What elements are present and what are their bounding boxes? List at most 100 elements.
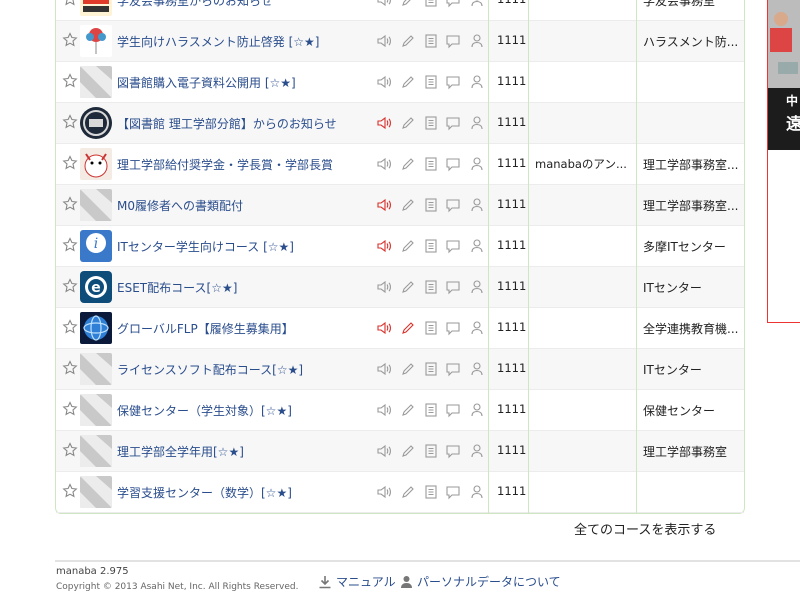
report-status-icon[interactable] (423, 156, 439, 172)
thread-status-icon[interactable] (445, 33, 461, 49)
course-thumbnail[interactable] (80, 25, 112, 57)
favorite-star-button[interactable] (62, 155, 78, 171)
announcement-status-icon[interactable] (376, 484, 392, 500)
member-status-icon[interactable] (469, 443, 485, 459)
report-status-icon[interactable] (423, 115, 439, 131)
edit-status-icon[interactable] (400, 197, 416, 213)
course-thumbnail[interactable] (80, 107, 112, 139)
course-title-link[interactable]: 保健センター（学生対象）[☆★] (117, 402, 292, 419)
report-status-icon[interactable] (423, 279, 439, 295)
course-title-link[interactable]: 図書館購入電子資料公開用 [☆★] (117, 74, 296, 91)
announcement-status-icon[interactable] (376, 115, 392, 131)
announcement-status-icon[interactable] (376, 33, 392, 49)
member-status-icon[interactable] (469, 0, 485, 8)
edit-status-icon[interactable] (400, 74, 416, 90)
favorite-star-button[interactable] (62, 319, 78, 335)
member-status-icon[interactable] (469, 74, 485, 90)
course-title-link[interactable]: M0履修者への書類配付 (117, 197, 243, 214)
course-title-link[interactable]: ライセンスソフト配布コース[☆★] (117, 361, 303, 378)
favorite-star-button[interactable] (62, 73, 78, 89)
thread-status-icon[interactable] (445, 115, 461, 131)
course-title-link[interactable]: 学生向けハラスメント防止啓発 [☆★] (117, 33, 319, 50)
favorite-star-button[interactable] (62, 114, 78, 130)
announcement-status-icon[interactable] (376, 279, 392, 295)
course-thumbnail[interactable] (80, 66, 112, 98)
course-title-link[interactable]: ESET配布コース[☆★] (117, 279, 237, 296)
member-status-icon[interactable] (469, 402, 485, 418)
edit-status-icon[interactable] (400, 238, 416, 254)
announcement-status-icon[interactable] (376, 156, 392, 172)
course-title-link[interactable]: 【図書館 理工学部分館】からのお知らせ (117, 115, 337, 132)
course-title-link[interactable]: 学友会事務室からのお知らせ (117, 0, 273, 9)
thread-status-icon[interactable] (445, 402, 461, 418)
favorite-star-button[interactable] (62, 0, 78, 7)
course-thumbnail[interactable] (80, 476, 112, 508)
favorite-star-button[interactable] (62, 401, 78, 417)
thread-status-icon[interactable] (445, 279, 461, 295)
edit-status-icon[interactable] (400, 33, 416, 49)
thread-status-icon[interactable] (445, 238, 461, 254)
favorite-star-button[interactable] (62, 360, 78, 376)
course-title-link[interactable]: グローバルFLP【履修生募集用】 (117, 320, 294, 337)
course-title-link[interactable]: ITセンター学生向けコース [☆★] (117, 238, 294, 255)
course-thumbnail[interactable] (80, 394, 112, 426)
announcement-status-icon[interactable] (376, 320, 392, 336)
course-title-link[interactable]: 理工学部全学年用[☆★] (117, 443, 244, 460)
edit-status-icon[interactable] (400, 402, 416, 418)
announcement-status-icon[interactable] (376, 443, 392, 459)
thread-status-icon[interactable] (445, 0, 461, 8)
course-thumbnail[interactable] (80, 189, 112, 221)
thread-status-icon[interactable] (445, 74, 461, 90)
favorite-star-button[interactable] (62, 278, 78, 294)
course-thumbnail[interactable] (80, 435, 112, 467)
favorite-star-button[interactable] (62, 196, 78, 212)
report-status-icon[interactable] (423, 33, 439, 49)
edit-status-icon[interactable] (400, 484, 416, 500)
edit-status-icon[interactable] (400, 320, 416, 336)
course-thumbnail[interactable] (80, 148, 112, 180)
member-status-icon[interactable] (469, 156, 485, 172)
announcement-status-icon[interactable] (376, 0, 392, 8)
course-thumbnail[interactable] (80, 0, 112, 16)
thread-status-icon[interactable] (445, 320, 461, 336)
announcement-status-icon[interactable] (376, 197, 392, 213)
course-thumbnail[interactable]: i (80, 230, 112, 262)
member-status-icon[interactable] (469, 484, 485, 500)
report-status-icon[interactable] (423, 197, 439, 213)
report-status-icon[interactable] (423, 238, 439, 254)
announcement-status-icon[interactable] (376, 238, 392, 254)
member-status-icon[interactable] (469, 238, 485, 254)
manual-link[interactable]: マニュアル (318, 573, 396, 590)
edit-status-icon[interactable] (400, 279, 416, 295)
privacy-link[interactable]: パーソナルデータについて (400, 573, 561, 590)
course-thumbnail[interactable] (80, 353, 112, 385)
report-status-icon[interactable] (423, 402, 439, 418)
report-status-icon[interactable] (423, 361, 439, 377)
favorite-star-button[interactable] (62, 32, 78, 48)
edit-status-icon[interactable] (400, 115, 416, 131)
course-thumbnail[interactable] (80, 312, 112, 344)
thread-status-icon[interactable] (445, 443, 461, 459)
member-status-icon[interactable] (469, 320, 485, 336)
favorite-star-button[interactable] (62, 237, 78, 253)
edit-status-icon[interactable] (400, 0, 416, 8)
member-status-icon[interactable] (469, 279, 485, 295)
edit-status-icon[interactable] (400, 361, 416, 377)
announcement-status-icon[interactable] (376, 402, 392, 418)
favorite-star-button[interactable] (62, 442, 78, 458)
report-status-icon[interactable] (423, 0, 439, 8)
report-status-icon[interactable] (423, 74, 439, 90)
report-status-icon[interactable] (423, 484, 439, 500)
member-status-icon[interactable] (469, 115, 485, 131)
thread-status-icon[interactable] (445, 197, 461, 213)
member-status-icon[interactable] (469, 33, 485, 49)
advertisement-banner[interactable]: 中 遠 (767, 0, 800, 323)
announcement-status-icon[interactable] (376, 361, 392, 377)
course-title-link[interactable]: 理工学部給付奨学金・学長賞・学部長賞 (117, 156, 333, 173)
edit-status-icon[interactable] (400, 156, 416, 172)
member-status-icon[interactable] (469, 361, 485, 377)
course-thumbnail[interactable]: e (80, 271, 112, 303)
member-status-icon[interactable] (469, 197, 485, 213)
thread-status-icon[interactable] (445, 484, 461, 500)
edit-status-icon[interactable] (400, 443, 416, 459)
